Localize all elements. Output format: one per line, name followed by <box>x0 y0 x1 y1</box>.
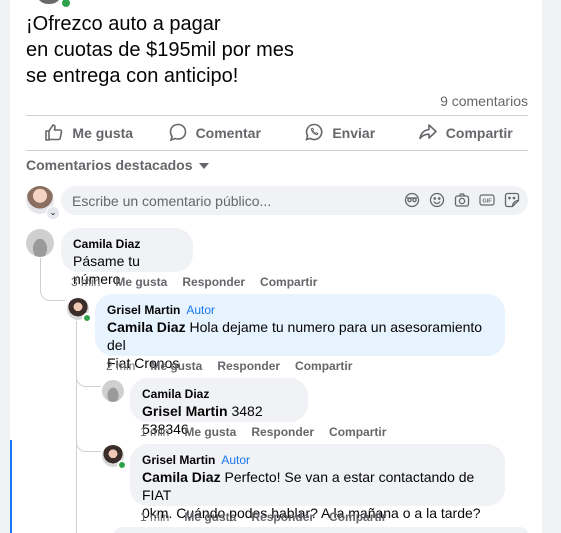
comment-text: Camila Diaz Hola dejame tu numero para u… <box>107 318 493 354</box>
thumbs-up-icon <box>44 122 64 145</box>
post-line: ¡Ofrezco auto a pagar <box>26 13 221 35</box>
author-badge: Autor <box>221 453 251 467</box>
speech-bubble-icon <box>168 122 188 145</box>
post-card: ¡Ofrezco auto a pagar en cuotas de $195m… <box>10 0 542 533</box>
like-label: Me gusta <box>72 125 134 141</box>
send-button[interactable]: Enviar <box>277 119 403 147</box>
send-label: Enviar <box>332 125 376 141</box>
mention-link[interactable]: Camila Diaz <box>107 319 186 335</box>
comment-reply-link[interactable]: Responder <box>251 510 314 524</box>
author-badge: Autor <box>186 303 216 317</box>
comment-label: Comentar <box>195 125 261 141</box>
thread-line <box>40 258 41 286</box>
divider <box>26 115 528 116</box>
online-indicator <box>117 460 127 470</box>
comment-sort-dropdown[interactable]: Comentarios destacados <box>26 157 209 173</box>
comment-meta: 1 min Me gusta Responder Compartir <box>140 510 386 524</box>
thread-connector <box>76 372 101 387</box>
comment-reply-link[interactable]: Responder <box>251 425 314 439</box>
comment-header: Grisel Martin Autor <box>142 452 493 468</box>
share-button[interactable]: Compartir <box>403 119 529 147</box>
comment-reply-link[interactable]: Responder <box>182 275 245 289</box>
commenter-avatar[interactable] <box>102 380 124 402</box>
comment-like-link[interactable]: Me gusta <box>150 359 202 373</box>
comment-like-link[interactable]: Me gusta <box>184 425 236 439</box>
poster-avatar[interactable] <box>36 0 62 4</box>
camera-icon[interactable] <box>454 192 470 208</box>
chevron-down-icon[interactable]: ⌄ <box>46 206 60 220</box>
comment-bubble: Grisel Martin Autor Camila Diaz Hola deja… <box>95 294 505 371</box>
comment-author[interactable]: Camila Diaz <box>73 236 181 252</box>
comment-button[interactable]: Comentar <box>152 119 278 147</box>
thread-connector <box>40 284 65 301</box>
comment-share-link[interactable]: Compartir <box>329 510 386 524</box>
mention-link[interactable]: Grisel Martin <box>142 403 228 419</box>
comment-text: Camila Diaz Perfecto! Se van a estar con… <box>142 468 493 504</box>
divider <box>26 150 528 151</box>
comment-share-link[interactable]: Compartir <box>260 275 317 289</box>
comment-bubble: Camila Diaz Pásame tu número <box>61 228 193 287</box>
comment-meta: 3 min Me gusta Responder Compartir <box>71 275 317 289</box>
comment-time[interactable]: 1 min <box>140 425 169 439</box>
comment-time[interactable]: 3 min <box>71 275 100 289</box>
avatar-sticker-icon[interactable] <box>404 192 420 208</box>
caret-down-icon <box>198 163 209 169</box>
mention-link[interactable]: Camila Diaz <box>142 469 221 485</box>
share-label: Compartir <box>445 125 513 141</box>
commenter-avatar[interactable] <box>26 229 54 257</box>
comment-share-link[interactable]: Compartir <box>295 359 352 373</box>
comment-like-link[interactable]: Me gusta <box>115 275 167 289</box>
comment-bubble: Grisel Martin Autor Camila Diaz Perfecto!… <box>130 444 505 521</box>
next-comment-bubble <box>114 527 528 533</box>
comment-count-link[interactable]: 9 comentarios <box>440 93 528 109</box>
comment-input[interactable] <box>72 186 372 215</box>
emoji-icon[interactable] <box>429 192 445 208</box>
comment-reply-link[interactable]: Responder <box>217 359 280 373</box>
share-arrow-icon <box>418 122 438 145</box>
comment-bubble: Camila Diaz Grisel Martin 3482 538346 <box>130 378 308 437</box>
composer-tools: GIF <box>404 192 520 208</box>
comment-meta: 2 min Me gusta Responder Compartir <box>106 359 352 373</box>
svg-text:GIF: GIF <box>482 199 492 205</box>
gif-icon[interactable]: GIF <box>479 192 495 208</box>
post-actions: Me gusta Comentar Enviar Compartir <box>26 119 528 147</box>
comment-author[interactable]: Camila Diaz <box>142 386 296 402</box>
online-indicator <box>82 313 92 323</box>
comment-time[interactable]: 2 min <box>106 359 135 373</box>
comment-composer: GIF <box>61 186 528 215</box>
comment-header: Grisel Martin Autor <box>107 302 493 318</box>
post-text: ¡Ofrezco auto a pagar en cuotas de $195m… <box>26 11 294 89</box>
comment-author[interactable]: Grisel Martin <box>107 303 180 317</box>
post-line: se entrega con anticipo! <box>26 65 239 87</box>
online-indicator <box>60 0 72 9</box>
comment-share-link[interactable]: Compartir <box>329 425 386 439</box>
sort-label: Comentarios destacados <box>26 157 193 173</box>
comment-author[interactable]: Grisel Martin <box>142 453 215 467</box>
post-line: en cuotas de $195mil por mes <box>26 39 294 61</box>
sticker-icon[interactable] <box>504 192 520 208</box>
thread-line <box>76 321 77 533</box>
comment-like-link[interactable]: Me gusta <box>184 510 236 524</box>
scroll-indicator[interactable] <box>10 440 12 533</box>
thread-connector <box>76 437 101 452</box>
whatsapp-icon <box>304 122 324 145</box>
comment-meta: 1 min Me gusta Responder Compartir <box>140 425 386 439</box>
comment-time[interactable]: 1 min <box>140 510 169 524</box>
like-button[interactable]: Me gusta <box>26 119 152 147</box>
